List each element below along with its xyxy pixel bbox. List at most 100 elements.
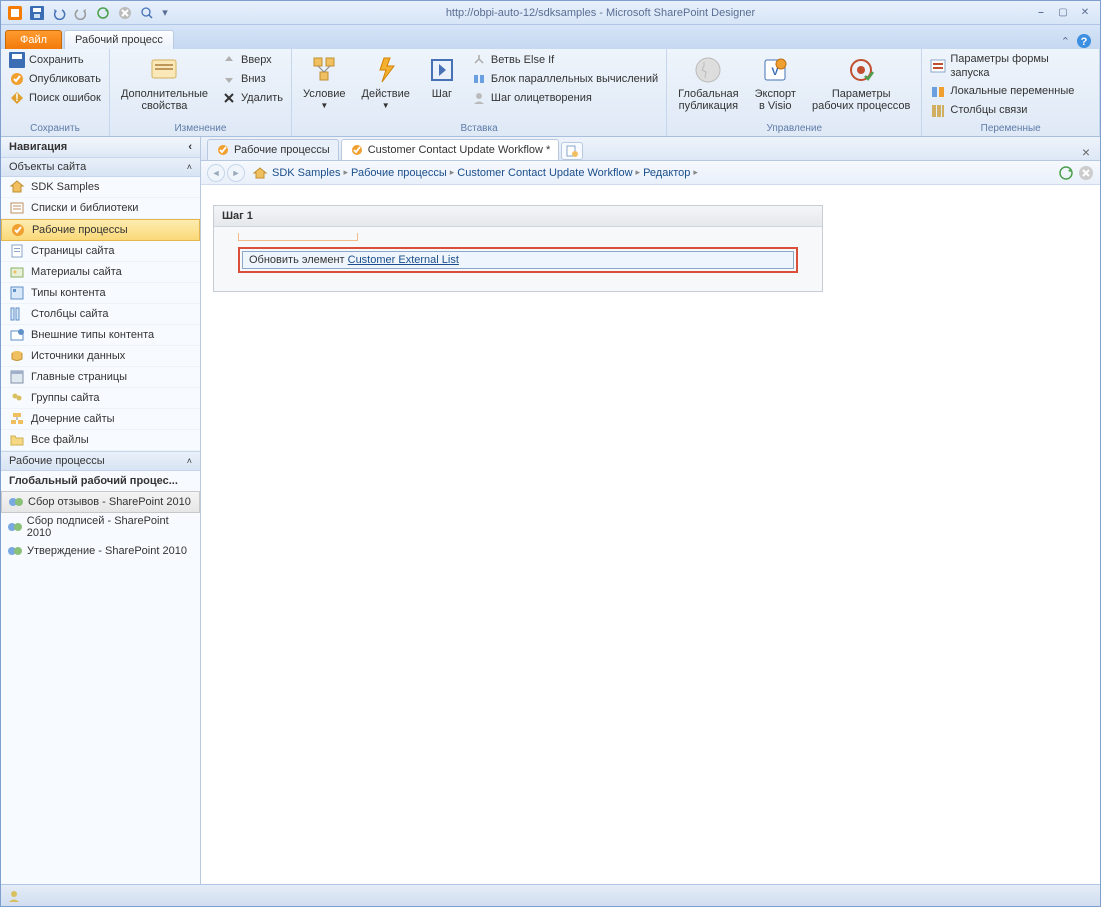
undo-icon[interactable] — [49, 3, 69, 23]
svg-text:?: ? — [1081, 36, 1088, 48]
assets-icon — [9, 264, 25, 280]
ext-icon — [9, 327, 25, 343]
close-button[interactable]: ✕ — [1076, 6, 1094, 20]
delete-button[interactable]: Удалить — [219, 89, 285, 107]
check-errors-button[interactable]: !Поиск ошибок — [7, 89, 103, 107]
chevron-up-icon[interactable]: ˄ — [187, 162, 192, 172]
file-tab[interactable]: Файл — [5, 30, 62, 49]
workflow-list-item[interactable]: Утверждение - SharePoint 2010 — [1, 541, 200, 561]
nav-item-col[interactable]: Столбцы сайта — [1, 304, 200, 325]
ribbon-group-save: Сохранить Опубликовать !Поиск ошибок Сох… — [1, 49, 110, 136]
doc-tab-label: Рабочие процессы — [234, 144, 330, 156]
global-publish-button[interactable]: Глобальная публикация — [673, 51, 743, 115]
step-title[interactable]: Шаг 1 — [214, 206, 822, 227]
props-icon — [148, 54, 180, 86]
nav-item-home[interactable]: SDK Samples — [1, 177, 200, 198]
breadcrumb-item[interactable]: Редактор — [640, 167, 693, 179]
workflows-section-header[interactable]: Рабочие процессы˄ — [1, 451, 200, 471]
local-vars-button[interactable]: Локальные переменные — [928, 83, 1093, 101]
nav-item-ds[interactable]: Источники данных — [1, 346, 200, 367]
nav-header[interactable]: Навигация‹ — [1, 137, 200, 158]
nav-item-ext[interactable]: Внешние типы контента — [1, 325, 200, 346]
condition-icon — [308, 54, 340, 86]
minimize-button[interactable]: ⎯ — [1032, 6, 1050, 20]
nav-item-folder[interactable]: Все файлы — [1, 430, 200, 451]
workflow-params-button[interactable]: Параметры рабочих процессов — [807, 51, 915, 115]
nav-item-page[interactable]: Страницы сайта — [1, 241, 200, 262]
step-icon — [426, 54, 458, 86]
tab-workflow[interactable]: Рабочий процесс — [64, 30, 174, 49]
breadcrumb-item[interactable]: Customer Contact Update Workflow — [454, 167, 635, 179]
wf-item-label: Сбор подписей - SharePoint 2010 — [27, 515, 194, 539]
qat-more-icon[interactable]: ▾ — [159, 3, 171, 23]
nav-item-ctype[interactable]: Типы контента — [1, 283, 200, 304]
workflow-step[interactable]: Шаг 1 Обновить элемент Customer External… — [213, 205, 823, 292]
save-button[interactable]: Сохранить — [7, 51, 103, 69]
home-icon[interactable] — [253, 166, 267, 180]
forward-button[interactable]: ► — [227, 164, 245, 182]
publish-button[interactable]: Опубликовать — [7, 70, 103, 88]
workflow-canvas[interactable]: Шаг 1 Обновить элемент Customer External… — [201, 185, 1100, 884]
close-tab-button[interactable]: × — [1078, 144, 1094, 160]
svg-text:!: ! — [15, 92, 19, 104]
form-params-button[interactable]: Параметры формы запуска — [928, 51, 1093, 82]
move-up-button[interactable]: Вверх — [219, 51, 285, 69]
refresh-breadcrumb-icon[interactable] — [1058, 165, 1074, 181]
master-icon — [9, 369, 25, 385]
workflow-icon — [8, 494, 24, 510]
breadcrumb-item[interactable]: SDK Samples — [269, 167, 343, 179]
move-down-button[interactable]: Вниз — [219, 70, 285, 88]
new-tab-button[interactable] — [561, 142, 583, 160]
global-workflow-label: Глобальный рабочий процес... — [1, 471, 200, 491]
workflow-list-item[interactable]: Сбор отзывов - SharePoint 2010 — [1, 491, 200, 513]
action-button[interactable]: Действие▼ — [357, 51, 415, 114]
stop-icon[interactable] — [115, 3, 135, 23]
app-icon[interactable] — [5, 3, 25, 23]
stop-breadcrumb-icon[interactable] — [1078, 165, 1094, 181]
document-tabs: Рабочие процессы Customer Contact Update … — [201, 137, 1100, 161]
advanced-props-button[interactable]: Дополнительные свойства — [116, 51, 213, 115]
assoc-columns-button[interactable]: Столбцы связи — [928, 102, 1093, 120]
save-icon[interactable] — [27, 3, 47, 23]
nav-item-master[interactable]: Главные страницы — [1, 367, 200, 388]
nav-item-label: Материалы сайта — [31, 266, 122, 278]
chevron-up-icon[interactable]: ˄ — [187, 456, 192, 466]
impersonation-step-button[interactable]: Шаг олицетворения — [469, 89, 660, 107]
insert-marker[interactable] — [238, 233, 358, 241]
refresh-icon[interactable] — [93, 3, 113, 23]
maximize-button[interactable]: ▢ — [1054, 6, 1072, 20]
parallel-block-button[interactable]: Блок параллельных вычислений — [469, 70, 660, 88]
redo-icon[interactable] — [71, 3, 91, 23]
back-button[interactable]: ◄ — [207, 164, 225, 182]
errors-icon: ! — [9, 90, 25, 106]
content-area: Рабочие процессы Customer Contact Update … — [201, 137, 1100, 884]
doc-tab[interactable]: Customer Contact Update Workflow * — [341, 139, 560, 160]
new-doc-icon — [566, 145, 578, 157]
collapse-ribbon-icon[interactable]: ⌃ — [1061, 35, 1070, 48]
step-button[interactable]: Шаг — [421, 51, 463, 103]
nav-item-label: Рабочие процессы — [32, 224, 128, 236]
zoom-icon[interactable] — [137, 3, 157, 23]
doc-tab[interactable]: Рабочие процессы — [207, 139, 339, 160]
vars-icon — [930, 84, 946, 100]
collapse-icon[interactable]: ‹ — [188, 141, 192, 153]
workflow-action[interactable]: Обновить элемент Customer External List — [238, 247, 798, 273]
nav-item-assets[interactable]: Материалы сайта — [1, 262, 200, 283]
nav-item-group[interactable]: Группы сайта — [1, 388, 200, 409]
form-icon — [930, 58, 946, 74]
site-objects-header[interactable]: Объекты сайта˄ — [1, 158, 200, 177]
nav-item-wf[interactable]: Рабочие процессы — [1, 219, 200, 241]
quick-access-toolbar: ▾ — [1, 3, 175, 23]
export-visio-button[interactable]: VЭкспорт в Visio — [750, 51, 801, 115]
workflow-icon — [7, 543, 23, 559]
elseif-button[interactable]: Ветвь Else If — [469, 51, 660, 69]
condition-button[interactable]: Условие▼ — [298, 51, 351, 114]
nav-item-list[interactable]: Списки и библиотеки — [1, 198, 200, 219]
workflow-list-item[interactable]: Сбор подписей - SharePoint 2010 — [1, 513, 200, 541]
action-link[interactable]: Customer External List — [348, 254, 459, 266]
nav-item-sub[interactable]: Дочерние сайты — [1, 409, 200, 430]
nav-item-label: Группы сайта — [31, 392, 100, 404]
breadcrumb-item[interactable]: Рабочие процессы — [348, 167, 450, 179]
ds-icon — [9, 348, 25, 364]
help-icon[interactable]: ? — [1076, 33, 1092, 49]
